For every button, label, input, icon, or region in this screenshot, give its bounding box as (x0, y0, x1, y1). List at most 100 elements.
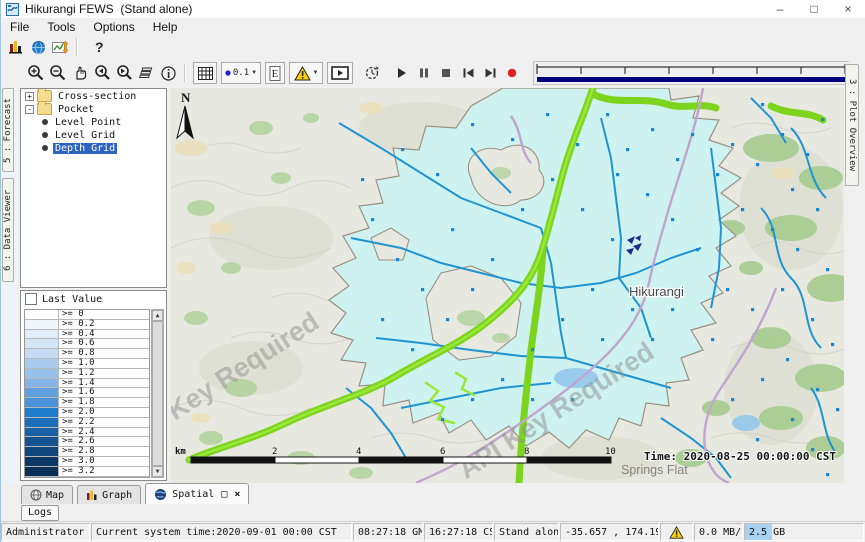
place-label-springs-flat: Springs Flat (621, 463, 688, 477)
tree-item-level-point[interactable]: Level Point (21, 116, 166, 128)
svg-text:2: 2 (272, 447, 277, 457)
tab-spatial-label: Spatial (172, 489, 214, 500)
skip-to-start-button[interactable] (457, 61, 479, 85)
legend-label: >= 1.2 (59, 369, 149, 378)
layers-icon[interactable] (135, 61, 157, 85)
map-canvas[interactable]: Hikurangi Springs Flat API Key Required … (171, 88, 844, 483)
legend-label: >= 2.0 (59, 408, 149, 417)
node-bullet-icon (42, 145, 48, 151)
play-button[interactable] (391, 61, 413, 85)
pan-hand-icon[interactable] (69, 61, 91, 85)
globe-icon (154, 488, 167, 501)
legend-swatch (25, 408, 59, 417)
tree-item-label-selected[interactable]: Depth Grid (53, 143, 117, 154)
time-slider[interactable] (533, 61, 849, 85)
tab-graph[interactable]: Graph (77, 485, 141, 504)
legend-label: >= 1.4 (59, 379, 149, 388)
tab-close-icon[interactable]: × (234, 489, 240, 500)
tab-spatial[interactable]: Spatial □ × (145, 483, 249, 504)
help-button[interactable]: ? (95, 39, 104, 55)
zoom-next-icon[interactable] (113, 61, 135, 85)
status-user: Administrator (1, 523, 90, 541)
tree-item-label[interactable]: Pocket (56, 104, 96, 115)
main-area: 5 : Forecast 6 : Data Viewer + Cross-sec… (1, 88, 865, 483)
scroll-down-icon[interactable]: ▼ (152, 466, 163, 477)
menu-help[interactable]: Help (144, 20, 187, 34)
legend-table: >= 0>= 0.2>= 0.4>= 0.6>= 0.8>= 1.0>= 1.2… (24, 309, 150, 478)
map-time-label: Time: 2020-08-25 00:00:00 CST (644, 450, 836, 463)
tab-data-viewer[interactable]: 6 : Data Viewer (2, 178, 14, 282)
legend-swatch (25, 447, 59, 456)
tree-item-level-grid[interactable]: Level Grid (21, 129, 166, 141)
record-button[interactable] (501, 61, 523, 85)
legend-label: >= 1.6 (59, 388, 149, 397)
legend-swatch (25, 359, 59, 368)
zoom-in-icon[interactable] (25, 61, 47, 85)
right-tab-strip: 3 : Plot Overview (845, 62, 865, 483)
database-viewer-icon[interactable] (5, 35, 27, 59)
logs-button[interactable]: Logs (21, 505, 59, 521)
expand-icon[interactable]: + (25, 92, 34, 101)
time-slider-bar[interactable] (537, 77, 845, 82)
tree-item-label[interactable]: Level Grid (53, 130, 117, 141)
status-warning[interactable] (660, 523, 693, 541)
warning-threshold-dropdown[interactable]: ▼ (289, 62, 323, 84)
tab-forecast[interactable]: 5 : Forecast (2, 88, 14, 172)
node-bullet-icon (42, 132, 48, 138)
menu-options[interactable]: Options (84, 20, 143, 34)
legend-swatch (25, 369, 59, 378)
globe-icon[interactable] (27, 35, 49, 59)
legend-label: >= 0.8 (59, 349, 149, 358)
stop-button[interactable] (435, 61, 457, 85)
pause-button[interactable] (413, 61, 435, 85)
legend-label: >= 2.6 (59, 437, 149, 446)
memory-usage-label: 2.5 GB (749, 527, 785, 538)
tree-item-depth-grid[interactable]: Depth Grid (21, 142, 166, 154)
skip-to-end-button[interactable] (479, 61, 501, 85)
tree-item-label[interactable]: Level Point (53, 117, 123, 128)
status-coordinates: -35.657 , 174.199 (560, 523, 659, 541)
tab-map[interactable]: Map (21, 485, 73, 504)
tab-map-label: Map (46, 490, 64, 501)
grid-layer-button[interactable] (193, 62, 217, 84)
place-label-hikurangi: Hikurangi (629, 284, 684, 299)
menu-file[interactable]: File (1, 20, 38, 34)
animation-settings-icon[interactable] (361, 61, 383, 85)
legend-label: >= 0.2 (59, 320, 149, 329)
bottom-tab-bar: Map Graph Spatial □ × (1, 483, 865, 504)
tab-plot-overview[interactable]: 3 : Plot Overview (845, 64, 859, 186)
scrollbar-thumb[interactable] (152, 321, 163, 466)
menu-tools[interactable]: Tools (38, 20, 84, 34)
svg-text:8: 8 (524, 447, 529, 457)
legend-swatch (25, 320, 59, 329)
close-button[interactable]: × (831, 0, 865, 18)
tab-maximize-icon[interactable]: □ (221, 489, 227, 500)
legend-swatch (25, 388, 59, 397)
logs-row: Logs (1, 504, 865, 521)
legend-scrollbar[interactable]: ▲ ▼ (151, 309, 164, 478)
tree-item-pocket[interactable]: - Pocket (21, 103, 166, 115)
value-threshold-dropdown[interactable]: 0.1 ▼ (221, 62, 261, 84)
minimize-button[interactable]: – (763, 0, 797, 18)
status-network: 0.0 MB/s (694, 523, 743, 541)
tree-item-label[interactable]: Cross-section (56, 91, 138, 102)
app-window: Hikurangi FEWS (Stand alone) – □ × File … (0, 0, 865, 542)
toolbar-separator (184, 64, 186, 82)
scroll-up-icon[interactable]: ▲ (152, 310, 163, 321)
animation-player-button[interactable] (327, 62, 353, 84)
zoom-out-icon[interactable] (47, 61, 69, 85)
maximize-button[interactable]: □ (797, 0, 831, 18)
legend-label: >= 0.4 (59, 330, 149, 339)
info-icon[interactable] (157, 61, 179, 85)
main-toolbar: ? (1, 36, 865, 58)
menu-bar: File Tools Options Help (1, 18, 865, 36)
last-value-checkbox[interactable] (25, 293, 37, 305)
legend-panel: Last Value >= 0>= 0.2>= 0.4>= 0.6>= 0.8>… (20, 290, 167, 481)
chevron-down-icon: ▼ (313, 70, 319, 76)
legend-swatch (25, 467, 59, 476)
zoom-previous-icon[interactable] (91, 61, 113, 85)
collapse-icon[interactable]: - (25, 105, 34, 114)
legend-swatch (25, 428, 59, 437)
timeseries-dialog-icon[interactable] (49, 35, 71, 59)
labels-toggle-button[interactable]: E (265, 62, 285, 84)
